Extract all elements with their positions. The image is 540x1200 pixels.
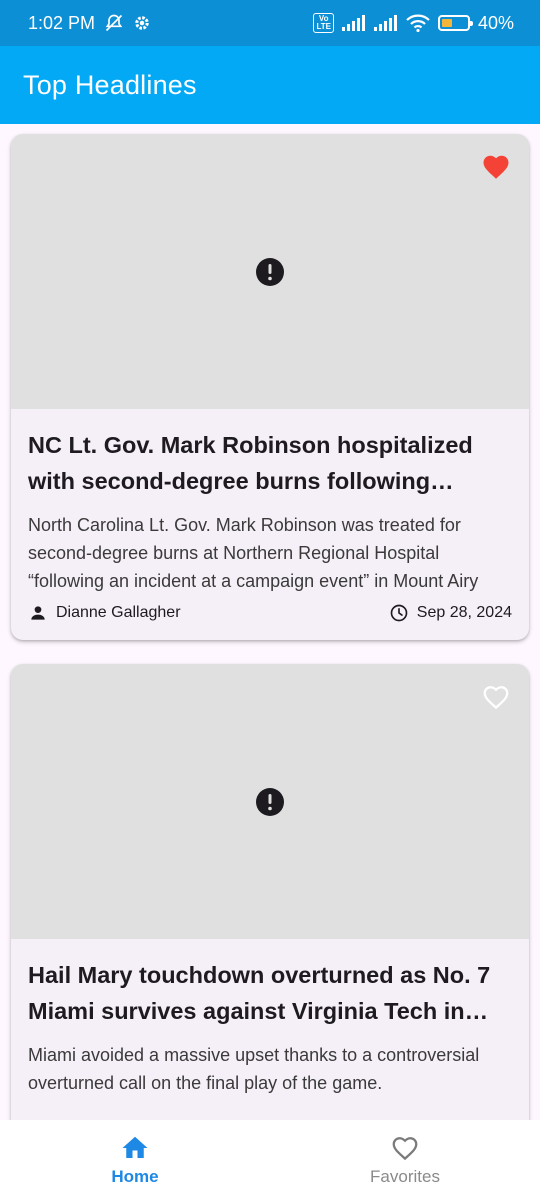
article-description: North Carolina Lt. Gov. Mark Robinson wa… bbox=[28, 515, 479, 591]
clock-icon bbox=[389, 603, 409, 623]
status-bar: 1:02 PM Vo LTE 40% bbox=[0, 0, 540, 46]
article-description: Miami avoided a massive upset thanks to … bbox=[28, 1045, 480, 1093]
article-author: Dianne Gallagher bbox=[28, 603, 181, 623]
heart-outline-icon bbox=[390, 1133, 420, 1163]
article-body: NC Lt. Gov. Mark Robinson hospitalized w… bbox=[11, 409, 529, 623]
nav-home-label: Home bbox=[111, 1167, 159, 1186]
article-title[interactable]: Hail Mary touchdown overturned as No. 7 … bbox=[28, 957, 512, 1029]
article-feed[interactable]: NC Lt. Gov. Mark Robinson hospitalized w… bbox=[0, 124, 540, 1120]
article-title[interactable]: NC Lt. Gov. Mark Robinson hospitalized w… bbox=[28, 427, 512, 499]
date-text: Sep 28, 2024 bbox=[416, 604, 512, 621]
nav-home[interactable]: Home bbox=[0, 1120, 270, 1200]
settings-icon bbox=[133, 14, 151, 32]
nav-favorites[interactable]: Favorites bbox=[270, 1120, 540, 1200]
article-card[interactable]: Hail Mary touchdown overturned as No. 7 … bbox=[11, 664, 529, 1120]
article-body: Hail Mary touchdown overturned as No. 7 … bbox=[11, 939, 529, 1097]
battery-percent: 40% bbox=[477, 12, 514, 33]
nav-favorites-label: Favorites bbox=[370, 1167, 440, 1186]
status-left: 1:02 PM bbox=[28, 13, 151, 34]
error-icon bbox=[255, 787, 285, 817]
article-image-placeholder bbox=[11, 664, 529, 939]
signal-icon bbox=[341, 15, 366, 31]
battery-icon bbox=[437, 15, 473, 31]
status-time: 1:02 PM bbox=[28, 12, 96, 33]
app-bar: Top Headlines bbox=[0, 46, 540, 124]
article-card[interactable]: NC Lt. Gov. Mark Robinson hospitalized w… bbox=[11, 134, 529, 640]
favorite-toggle-heart-icon[interactable] bbox=[481, 152, 511, 182]
mute-icon bbox=[103, 13, 125, 33]
favorite-toggle-heart-outline-icon[interactable] bbox=[481, 682, 511, 712]
page-title: Top Headlines bbox=[23, 69, 197, 100]
article-date: Sep 28, 2024 bbox=[389, 603, 512, 623]
article-image-placeholder bbox=[11, 134, 529, 409]
wifi-icon bbox=[406, 14, 430, 32]
volte-icon: Vo LTE bbox=[313, 13, 334, 33]
status-right: Vo LTE 40% bbox=[313, 13, 514, 34]
article-meta: Dianne Gallagher Sep 28, 2024 bbox=[28, 603, 512, 623]
bottom-navigation: Home Favorites bbox=[0, 1120, 540, 1200]
home-icon bbox=[120, 1133, 150, 1163]
error-icon bbox=[255, 257, 285, 287]
author-name: Dianne Gallagher bbox=[56, 604, 181, 621]
signal-icon bbox=[373, 15, 398, 31]
person-icon bbox=[28, 603, 48, 623]
